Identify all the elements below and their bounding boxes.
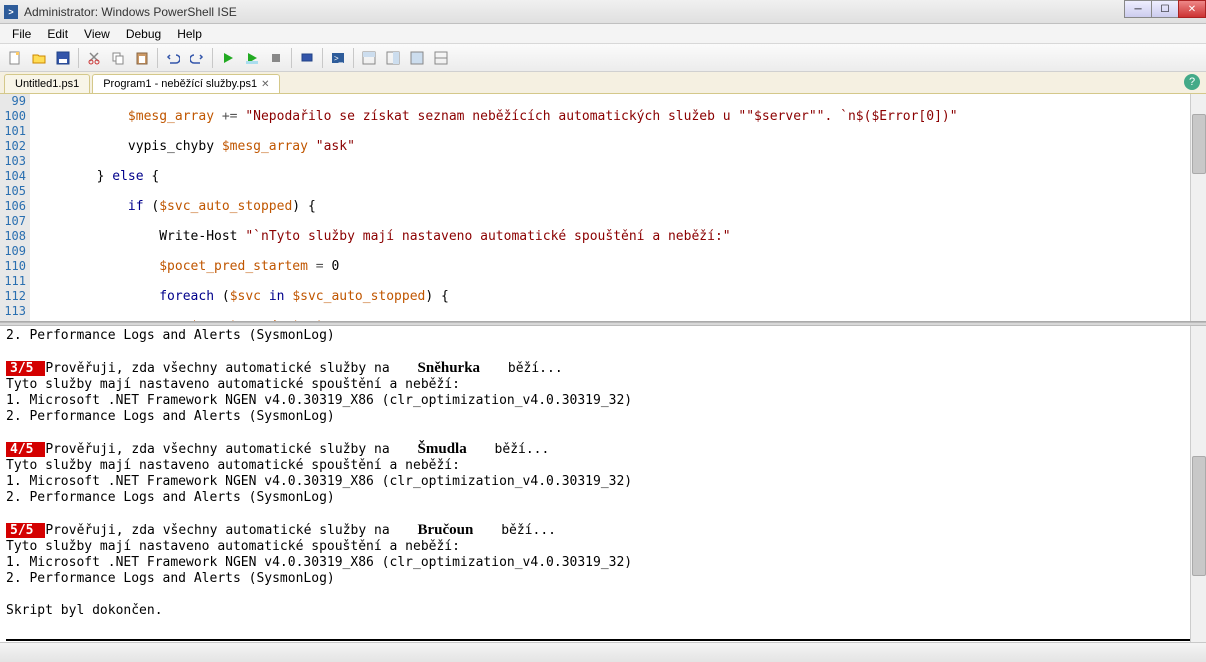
- scrollbar-thumb[interactable]: [1192, 456, 1206, 576]
- server-name: Sněhurka: [398, 360, 501, 376]
- console-line: 1. Microsoft .NET Framework NGEN v4.0.30…: [6, 393, 1200, 409]
- close-icon[interactable]: ✕: [261, 79, 269, 90]
- window-title: Administrator: Windows PowerShell ISE: [24, 5, 237, 19]
- tab-untitled[interactable]: Untitled1.ps1: [4, 74, 90, 93]
- script-editor[interactable]: 99100101 102103104 105106107 108109110 1…: [0, 94, 1206, 322]
- open-file-button[interactable]: [28, 47, 50, 69]
- console-line: Tyto služby mají nastaveno automatické s…: [6, 539, 1200, 555]
- paste-button[interactable]: [131, 47, 153, 69]
- console-scrollbar[interactable]: [1190, 326, 1206, 642]
- save-button[interactable]: [52, 47, 74, 69]
- tab-program1[interactable]: Program1 - neběžící služby.ps1 ✕: [92, 74, 280, 93]
- redo-button[interactable]: [186, 47, 208, 69]
- menu-edit[interactable]: Edit: [39, 25, 76, 43]
- maximize-button[interactable]: ☐: [1151, 0, 1179, 18]
- console-pane[interactable]: 2. Performance Logs and Alerts (SysmonLo…: [0, 326, 1206, 642]
- run-selection-button[interactable]: [241, 47, 263, 69]
- scrollbar-thumb[interactable]: [1192, 114, 1206, 174]
- tab-label: Untitled1.ps1: [15, 78, 79, 90]
- show-script-right-button[interactable]: [382, 47, 404, 69]
- new-remote-tab-button[interactable]: [296, 47, 318, 69]
- close-button[interactable]: ✕: [1178, 0, 1206, 18]
- powershell-console-button[interactable]: >_: [327, 47, 349, 69]
- title-bar: > Administrator: Windows PowerShell ISE …: [0, 0, 1206, 24]
- help-icon[interactable]: ?: [1184, 74, 1200, 90]
- show-script-max-button[interactable]: [406, 47, 428, 69]
- new-file-button[interactable]: [4, 47, 26, 69]
- menu-bar: File Edit View Debug Help: [0, 24, 1206, 44]
- console-line: 4/5 Prověřuji, zda všechny automatické s…: [6, 441, 1200, 458]
- stop-button[interactable]: [265, 47, 287, 69]
- status-bar: [0, 642, 1206, 662]
- menu-view[interactable]: View: [76, 25, 118, 43]
- console-line: 2. Performance Logs and Alerts (SysmonLo…: [6, 490, 1200, 506]
- progress-badge: 5/5: [6, 523, 45, 538]
- server-name: Šmudla: [398, 441, 487, 457]
- editor-tabs: Untitled1.ps1 Program1 - neběžící služby…: [0, 72, 1206, 94]
- separator-line: [6, 639, 1200, 641]
- toolbar: >_: [0, 44, 1206, 72]
- console-line: 5/5 Prověřuji, zda všechny automatické s…: [6, 522, 1200, 539]
- layout-button[interactable]: [430, 47, 452, 69]
- run-button[interactable]: [217, 47, 239, 69]
- undo-button[interactable]: [162, 47, 184, 69]
- show-script-pane-button[interactable]: [358, 47, 380, 69]
- code-area[interactable]: $mesg_array += "Nepodařilo se získat sez…: [30, 94, 1206, 321]
- svg-text:>_: >_: [334, 54, 344, 63]
- menu-debug[interactable]: Debug: [118, 25, 169, 43]
- copy-button[interactable]: [107, 47, 129, 69]
- console-line: Tyto služby mají nastaveno automatické s…: [6, 377, 1200, 393]
- menu-file[interactable]: File: [4, 25, 39, 43]
- console-line: 2. Performance Logs and Alerts (SysmonLo…: [6, 409, 1200, 425]
- console-line: 2. Performance Logs and Alerts (SysmonLo…: [6, 328, 1200, 344]
- line-gutter: 99100101 102103104 105106107 108109110 1…: [0, 94, 30, 321]
- minimize-button[interactable]: ─: [1124, 0, 1152, 18]
- cut-button[interactable]: [83, 47, 105, 69]
- console-line: Skript byl dokončen.: [6, 603, 1200, 619]
- server-name: Bručoun: [398, 522, 494, 538]
- progress-badge: 3/5: [6, 361, 45, 376]
- powershell-icon: >: [4, 5, 18, 19]
- window-controls: ─ ☐ ✕: [1125, 0, 1206, 18]
- console-line: 1. Microsoft .NET Framework NGEN v4.0.30…: [6, 555, 1200, 571]
- editor-scrollbar[interactable]: [1190, 94, 1206, 321]
- console-line: 3/5 Prověřuji, zda všechny automatické s…: [6, 360, 1200, 377]
- tab-label: Program1 - neběžící služby.ps1: [103, 78, 257, 90]
- progress-badge: 4/5: [6, 442, 45, 457]
- console-line: Tyto služby mají nastaveno automatické s…: [6, 458, 1200, 474]
- console-line: 2. Performance Logs and Alerts (SysmonLo…: [6, 571, 1200, 587]
- console-line: 1. Microsoft .NET Framework NGEN v4.0.30…: [6, 474, 1200, 490]
- menu-help[interactable]: Help: [169, 25, 210, 43]
